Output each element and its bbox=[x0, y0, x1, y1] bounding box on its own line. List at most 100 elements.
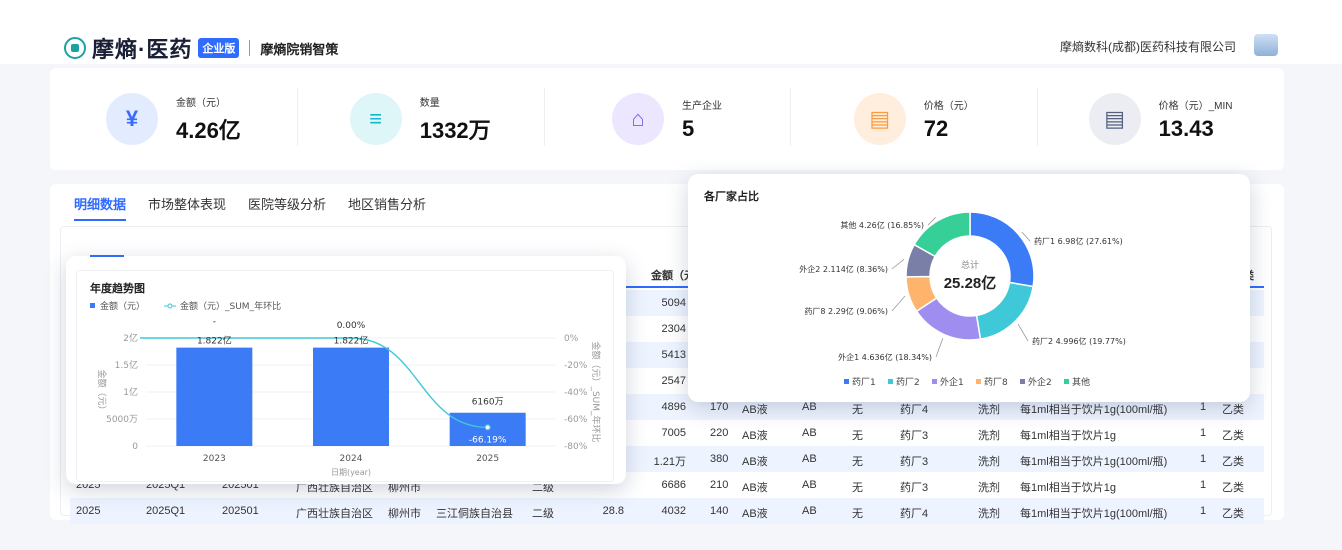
x-tick-label: 2023 bbox=[203, 454, 226, 464]
slice-label: 其他 4.26亿 (16.85%) bbox=[840, 220, 924, 230]
cell-n: 1 bbox=[1200, 427, 1207, 439]
cell-n: 1 bbox=[1200, 505, 1207, 517]
cell-code: AB bbox=[802, 505, 817, 517]
kpi-label: 生产企业 bbox=[681, 100, 722, 112]
kpi-label: 价格（元）_MIN bbox=[1158, 100, 1233, 112]
cell-cls: 乙类 bbox=[1222, 404, 1244, 416]
cell-amount: 1.21万 bbox=[653, 456, 686, 468]
cell-n: 1 bbox=[1200, 453, 1207, 465]
donut-center-label: 总计 bbox=[961, 259, 979, 271]
edition-badge: 企业版 bbox=[198, 38, 240, 58]
cell-amount: 4896 bbox=[661, 401, 686, 413]
kpi-value: 13.43 bbox=[1158, 115, 1214, 141]
legend-label-药厂2: 药厂2 bbox=[896, 377, 920, 388]
database-icon: ≡ bbox=[349, 93, 402, 145]
kpi-value: 5 bbox=[681, 115, 695, 141]
cell-maker: 药厂3 bbox=[900, 430, 929, 442]
slice-leader bbox=[891, 295, 906, 312]
cell-spec: 每1ml相当于饮片1g bbox=[1020, 482, 1116, 494]
y-tick-label: 1亿 bbox=[123, 386, 138, 398]
bar-2023 bbox=[176, 347, 253, 446]
tab-market-overview[interactable]: 市场整体表现 bbox=[148, 194, 226, 221]
kpi-label: 数量 bbox=[419, 97, 440, 109]
cell-n: 1 bbox=[1200, 479, 1207, 491]
legend-marker-药厂8 bbox=[976, 379, 981, 384]
cell-year: 2025 bbox=[76, 505, 101, 517]
donut-center-value: 25.28亿 bbox=[944, 274, 997, 292]
slice-label: 药厂1 6.98亿 (27.61%) bbox=[1034, 236, 1123, 246]
y-tick-label: 5000万 bbox=[106, 415, 138, 425]
legend-label-外企1: 外企1 bbox=[940, 376, 964, 388]
cell-amount: 5413 bbox=[661, 349, 686, 361]
x-tick-label: 2024 bbox=[340, 454, 363, 464]
legend-line-label: 金额（元）_SUM_年环比 bbox=[180, 300, 281, 312]
cell-county: 三江侗族自治县 bbox=[436, 508, 513, 520]
logo[interactable]: 摩熵·医药 企业版 摩熵院销智策 bbox=[64, 32, 338, 64]
price-doc-icon: ▤ bbox=[853, 93, 906, 145]
kpi-0: ¥ 金额（元） 4.26亿 bbox=[50, 68, 297, 170]
cell-code: AB bbox=[802, 401, 817, 413]
y-tick-label: 1.5亿 bbox=[115, 359, 138, 371]
cell-code: AB bbox=[802, 453, 817, 465]
tab-hospital-grade[interactable]: 医院等级分析 bbox=[248, 194, 326, 221]
legend-marker-药厂1 bbox=[844, 379, 849, 384]
cell-spec: 每1ml相当于饮片1g(100ml/瓶) bbox=[1020, 508, 1168, 520]
cell-cls: 乙类 bbox=[1222, 430, 1244, 442]
slice-label: 药厂2 4.996亿 (19.77%) bbox=[1032, 336, 1126, 346]
kpi-value: 1332万 bbox=[419, 117, 491, 143]
cell-maker: 药厂4 bbox=[900, 508, 929, 520]
avatar[interactable] bbox=[1254, 34, 1278, 56]
trend-chart-popup: 年度趋势图 金额（元） 金额（元）_SUM_年环比 0 5000万 1亿 1.5亿 2亿 0%… bbox=[66, 255, 626, 484]
bar-2024 bbox=[313, 347, 389, 446]
cell-form: AB液 bbox=[742, 430, 768, 442]
cell-month: 202501 bbox=[222, 505, 259, 517]
bar-label-2024: 1.822亿 bbox=[334, 335, 369, 347]
slice-label: 外企2 2.114亿 (8.36%) bbox=[799, 264, 888, 274]
legend-label-药厂1: 药厂1 bbox=[852, 377, 876, 388]
cell-amount: 4032 bbox=[661, 505, 686, 517]
y-tick-label: 0 bbox=[132, 442, 138, 452]
cell-price: 28.8 bbox=[602, 505, 624, 517]
kpi-value: 4.26亿 bbox=[175, 117, 241, 143]
kpi-4: ▤ 价格（元）_MIN 13.43 bbox=[1037, 68, 1284, 170]
y2-tick-label: -20% bbox=[564, 361, 588, 371]
tab-detail-data[interactable]: 明细数据 bbox=[74, 194, 127, 221]
legend-line-dot bbox=[167, 303, 173, 309]
cell-cls: 乙类 bbox=[1222, 456, 1244, 468]
cell-amount: 7005 bbox=[661, 427, 686, 439]
bar-label-2025: 6160万 bbox=[472, 398, 504, 408]
x-axis-title: 日期(year) bbox=[331, 468, 371, 477]
tab-bar: 明细数据 市场整体表现 医院等级分析 地区销售分析 bbox=[74, 194, 426, 221]
cell-qty: 380 bbox=[710, 453, 729, 465]
slice-leader bbox=[1017, 323, 1029, 342]
cell-flag: 无 bbox=[852, 482, 863, 494]
legend-label-其他: 其他 bbox=[1072, 376, 1090, 388]
cell-kind: 洗剂 bbox=[978, 508, 1000, 520]
yoy-label-2025: -66.19% bbox=[469, 435, 507, 445]
table-row[interactable]: 2025 2025Q1 202501 广西壮族自治区 柳州市 三江侗族自治县 二级 28.8 4… bbox=[70, 498, 1264, 524]
cell-flag: 无 bbox=[852, 404, 863, 416]
trend-chart: 金额（元） 金额（元）_SUM_年环比 0 5000万 1亿 1.5亿 2亿 0% -20% -4… bbox=[90, 300, 602, 477]
cell-form: AB液 bbox=[742, 482, 768, 494]
cell-qty: 170 bbox=[710, 401, 729, 413]
home-icon: ⌂ bbox=[611, 93, 664, 145]
y2-tick-label: -80% bbox=[564, 442, 588, 452]
tab-region-sales[interactable]: 地区销售分析 bbox=[348, 194, 426, 221]
header-divider bbox=[249, 40, 251, 56]
cell-maker: 药厂4 bbox=[900, 404, 929, 416]
kpi-text: 价格（元） 72 bbox=[924, 97, 974, 142]
kpi-1: ≡ 数量 1332万 bbox=[296, 68, 544, 170]
y-axis-title: 金额（元） bbox=[96, 369, 108, 414]
cell-qty: 140 bbox=[710, 505, 729, 517]
cell-cls: 乙类 bbox=[1222, 508, 1244, 520]
cell-kind: 洗剂 bbox=[978, 404, 1000, 416]
kpi-summary: ¥ 金额（元） 4.26亿 ≡ 数量 1332万 ⌂ 生产企业 5 ▤ 价格（元） 72 ▤ 价格（元）_… bbox=[50, 68, 1284, 170]
kpi-text: 数量 1332万 bbox=[420, 94, 491, 145]
logo-mark-icon bbox=[64, 37, 86, 59]
price-min-doc-icon: ▤ bbox=[1088, 93, 1141, 145]
cell-spec: 每1ml相当于饮片1g(100ml/瓶) bbox=[1020, 456, 1168, 468]
slice-label: 药厂8 2.29亿 (9.06%) bbox=[804, 306, 888, 316]
slice-label: 外企1 4.636亿 (18.34%) bbox=[838, 352, 932, 362]
yoy-label-2023: - bbox=[213, 317, 216, 327]
cell-form: AB液 bbox=[742, 404, 768, 416]
